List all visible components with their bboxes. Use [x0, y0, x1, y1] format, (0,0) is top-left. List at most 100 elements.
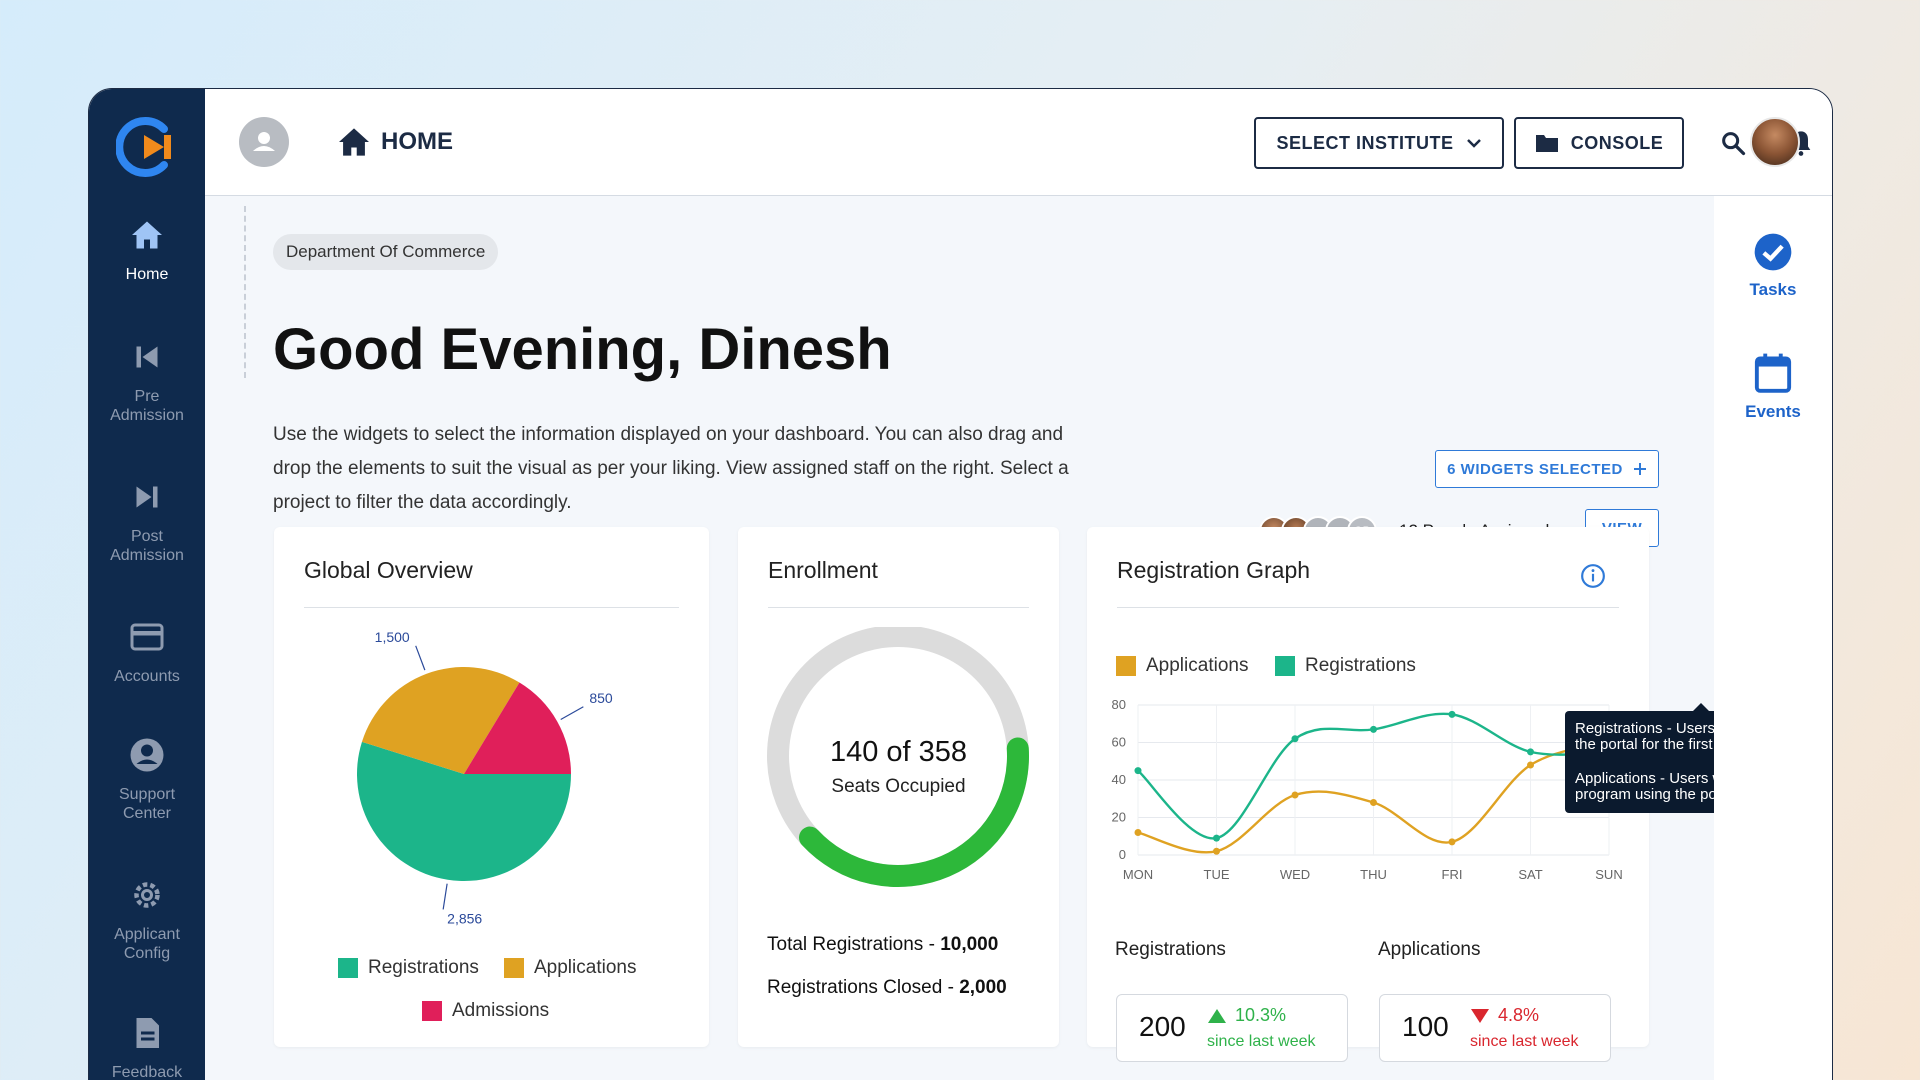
user-avatar[interactable] — [1750, 117, 1800, 167]
line-point-applications — [1448, 838, 1456, 846]
registrations-stat-box: 200 10.3% since last week — [1116, 994, 1348, 1062]
select-institute-label: SELECT INSTITUTE — [1276, 132, 1454, 153]
y-tick-label: 20 — [1112, 810, 1126, 825]
registrations-closed-line: Registrations Closed - 2,000 — [767, 977, 1007, 999]
document-icon — [136, 1018, 159, 1048]
legend-swatch — [1116, 656, 1136, 676]
skip-back-icon — [136, 346, 158, 368]
rail-item-events[interactable]: Events — [1714, 352, 1832, 422]
x-tick-label: FRI — [1442, 867, 1463, 882]
divider — [244, 206, 246, 378]
registrations-change-pct: 10.3% — [1235, 1005, 1287, 1025]
line-point-applications — [1134, 829, 1142, 836]
page-title-text: HOME — [381, 128, 453, 155]
user-circle-icon — [130, 738, 164, 772]
card-divider — [768, 607, 1029, 608]
card-title: Enrollment — [768, 557, 878, 583]
calendar-icon — [1754, 353, 1792, 393]
applications-since-text: since last week — [1470, 1033, 1579, 1050]
applications-stat-box: 100 4.8% since last week — [1379, 994, 1611, 1062]
registrations-change: 10.3% — [1207, 1005, 1286, 1026]
legend-label: Applications — [534, 957, 637, 978]
legend-item-applications: Applications — [504, 957, 636, 979]
legend-item-applications: Applications — [1116, 655, 1248, 677]
x-tick-label: SUN — [1595, 867, 1622, 882]
app-window: Home Pre Admission Post Admission Accoun… — [88, 88, 1833, 1080]
rail-item-tasks[interactable]: Tasks — [1714, 232, 1832, 300]
legend-item-admissions: Admissions — [422, 1000, 549, 1022]
pie-label-admissions: 850 — [589, 690, 613, 706]
department-chip[interactable]: Department Of Commerce — [273, 234, 499, 270]
applications-change: 4.8% — [1470, 1005, 1539, 1026]
arrow-down-icon — [1471, 1008, 1489, 1023]
home-icon — [339, 128, 369, 156]
applications-change-pct: 4.8% — [1498, 1005, 1540, 1025]
info-icon[interactable] — [1580, 563, 1606, 589]
x-tick-label: THU — [1360, 867, 1387, 882]
card-divider — [304, 607, 679, 608]
check-circle-icon — [1754, 233, 1792, 271]
line-point-registrations — [1213, 834, 1220, 842]
registrations-closed-label: Registrations Closed - — [767, 977, 960, 998]
sidebar-item-label: Applicant Config — [114, 926, 180, 962]
sidebar-item-accounts[interactable]: Accounts — [89, 619, 205, 686]
rail-item-label: Tasks — [1749, 280, 1797, 299]
arrow-up-icon — [1208, 1008, 1226, 1023]
pie-label-applications: 1,500 — [375, 629, 410, 645]
sidebar-item-support-center[interactable]: Support Center — [89, 737, 205, 823]
sidebar-item-label: Home — [125, 266, 169, 283]
top-header: HOME SELECT INSTITUTE CONSOLE — [205, 89, 1832, 196]
chevron-down-icon — [1466, 139, 1481, 148]
right-rail: Tasks Events — [1714, 196, 1832, 1080]
credit-card-icon — [130, 623, 164, 651]
y-tick-label: 80 — [1112, 697, 1126, 712]
sidebar-item-feedback[interactable]: Feedback — [89, 1015, 205, 1080]
sidebar-item-post-admission[interactable]: Post Admission — [89, 479, 205, 565]
legend-label: Admissions — [452, 1000, 550, 1021]
sidebar-item-label: Support Center — [118, 786, 176, 822]
legend-swatch — [422, 1001, 442, 1021]
card-title: Registration Graph — [1117, 557, 1311, 583]
line-point-applications — [1291, 791, 1299, 799]
legend-label: Registrations — [1305, 655, 1416, 676]
console-button[interactable]: CONSOLE — [1514, 117, 1684, 169]
line-point-registrations — [1527, 748, 1534, 756]
legend-item-registrations: Registrations — [1275, 655, 1416, 677]
sidebar-item-pre-admission[interactable]: Pre Admission — [89, 339, 205, 425]
registrations-closed-value: 2,000 — [959, 977, 1007, 998]
card-divider — [1117, 607, 1619, 608]
pie-leader-line — [442, 883, 448, 910]
sidebar: Home Pre Admission Post Admission Accoun… — [89, 89, 205, 1080]
page-title: HOME — [337, 127, 453, 157]
sidebar-item-label: Pre Admission — [110, 388, 184, 424]
line-point-registrations — [1134, 767, 1142, 775]
sidebar-item-applicant-config[interactable]: Applicant Config — [89, 877, 205, 963]
applications-stat-label: Applications — [1378, 939, 1481, 960]
legend-item-registrations: Registrations — [338, 957, 479, 979]
legend-label: Registrations — [368, 957, 479, 978]
pie-label-registrations: 2,856 — [447, 910, 482, 926]
seats-occupied-label: Seats Occupied — [831, 776, 966, 797]
search-icon[interactable] — [1719, 129, 1747, 157]
folder-icon — [1535, 135, 1558, 152]
widgets-selected-button[interactable]: 6 WIDGETS SELECTED — [1435, 450, 1659, 488]
widgets-selected-label: 6 WIDGETS SELECTED — [1447, 460, 1623, 478]
enrollment-card: Enrollment 140 of 358 Seats Occupied Tot… — [738, 527, 1059, 1047]
line-point-applications — [1370, 799, 1377, 806]
user-icon — [253, 132, 275, 151]
legend-swatch — [1275, 656, 1295, 676]
sidebar-item-home[interactable]: Home — [89, 217, 205, 284]
applications-stat-value: 100 — [1402, 1011, 1449, 1042]
line-point-applications — [1213, 847, 1220, 855]
profile-placeholder-button[interactable] — [239, 117, 289, 167]
x-tick-label: TUE — [1204, 867, 1230, 882]
x-tick-label: SAT — [1518, 867, 1542, 882]
gear-icon — [134, 882, 160, 908]
x-tick-label: WED — [1280, 867, 1310, 882]
sidebar-item-label: Feedback — [111, 1064, 183, 1080]
select-institute-dropdown[interactable]: SELECT INSTITUTE — [1254, 117, 1504, 169]
line-point-applications — [1527, 761, 1534, 769]
app-logo — [116, 117, 171, 177]
plus-icon — [1633, 463, 1646, 475]
global-overview-card: Global Overview 2,856 1,500 850 Registrati… — [274, 527, 709, 1047]
